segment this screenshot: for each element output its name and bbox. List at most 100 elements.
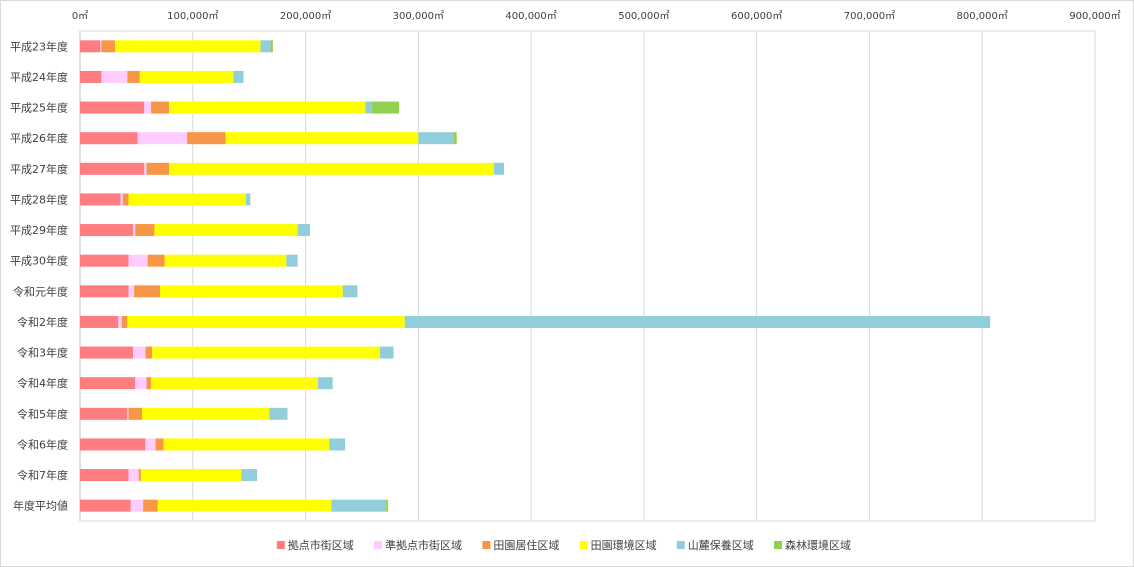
category-label: 令和5年度 (17, 407, 68, 421)
bar-segment (169, 162, 494, 175)
category-label: 令和2年度 (17, 315, 68, 329)
bar-segment (80, 499, 131, 512)
category-label: 令和元年度 (13, 284, 68, 298)
stacked-bar-chart: 0㎡ 100,000㎡ 200,000㎡ 300,000㎡ 400,000㎡ 500,00… (10, 10, 1121, 552)
bar-segment (80, 438, 146, 451)
bar-segment (101, 40, 115, 53)
bar-segment (385, 499, 388, 512)
bar-segment (100, 40, 102, 53)
bar-segment (151, 377, 318, 390)
bar-segment (122, 193, 129, 206)
bar-segment (80, 132, 138, 145)
bar-segment (135, 377, 147, 390)
legend-swatch (774, 541, 782, 549)
bar-segment (245, 193, 251, 206)
category-label: 令和7年度 (17, 468, 68, 482)
bar-segment (144, 162, 147, 175)
bar-segment (128, 469, 139, 482)
bar-segment (331, 499, 386, 512)
bar-segment (127, 407, 129, 420)
bar-segment (297, 224, 311, 237)
bar-segment (80, 407, 128, 420)
bar-segment (270, 40, 273, 53)
category-label: 平成26年度 (10, 131, 68, 145)
bar-segment (120, 193, 123, 206)
bar-segment (130, 499, 144, 512)
legend-label: 森林環境区域 (785, 538, 851, 552)
x-tick-label: 600,000㎡ (731, 10, 782, 22)
bar-segment (128, 285, 135, 298)
bar-segment (155, 438, 164, 451)
bar-segment (128, 254, 148, 267)
bar-segment (80, 285, 129, 298)
legend-swatch (374, 541, 382, 549)
legend-swatch (482, 541, 491, 549)
bar-segment (127, 70, 140, 83)
bar-segment (80, 469, 129, 482)
category-label: 平成29年度 (10, 223, 68, 237)
bar-segment (118, 315, 122, 328)
bar-segment (144, 101, 152, 114)
bar-segment (269, 407, 288, 420)
bar-segment (80, 315, 119, 328)
bar-segment (152, 346, 380, 359)
category-label: 平成30年度 (10, 254, 68, 268)
bar-segment (121, 315, 128, 328)
category-label: 平成24年度 (10, 70, 68, 84)
x-tick-label: 0㎡ (72, 10, 88, 22)
bar-segment (127, 315, 405, 328)
legend-label: 準拠点市街区域 (385, 538, 462, 552)
bar-segment (260, 40, 271, 53)
bar-segment (80, 40, 101, 53)
x-tick-label: 300,000㎡ (393, 10, 444, 22)
bar-segment (133, 346, 146, 359)
category-label: 平成27年度 (10, 162, 68, 176)
bar-segment (164, 254, 287, 267)
bar-segment (101, 70, 128, 83)
bar-segment (80, 377, 136, 390)
bar-segment (154, 224, 298, 237)
x-tick-label: 900,000㎡ (1069, 10, 1120, 22)
legend-swatch (276, 541, 285, 549)
bar-segment (128, 407, 143, 420)
bar-segment (342, 285, 358, 298)
bar-segment (372, 101, 400, 114)
bar-segment (145, 346, 153, 359)
legend-label: 田園居住区域 (493, 538, 559, 552)
category-label: 令和6年度 (17, 437, 68, 451)
bar-segment (418, 132, 454, 145)
bar-segment (225, 132, 419, 145)
bar-segment (147, 254, 165, 267)
bar-segment (134, 285, 161, 298)
bar-segment (146, 377, 152, 390)
category-label: 平成23年度 (10, 39, 68, 53)
bar-segment (80, 193, 121, 206)
category-label: 平成28年度 (10, 192, 68, 206)
bar-segment (114, 40, 261, 53)
legend-swatch (579, 541, 588, 549)
bar-segment (137, 132, 188, 145)
bar-segment (146, 162, 170, 175)
bar-segment (493, 162, 505, 175)
x-tick-label: 700,000㎡ (844, 10, 895, 22)
bar-segment (233, 70, 244, 83)
category-label: 平成25年度 (10, 101, 68, 115)
bar-segment (80, 346, 134, 359)
bar-segment (286, 254, 298, 267)
bar-segment (143, 499, 158, 512)
bar-segment (139, 70, 234, 83)
bar-segment (453, 132, 457, 145)
x-tick-label: 400,000㎡ (505, 10, 556, 22)
bar-segment (241, 469, 258, 482)
bar-segment (80, 70, 102, 83)
legend-label: 田園環境区域 (591, 538, 657, 552)
bar-segment (80, 254, 129, 267)
bar-segment (160, 285, 343, 298)
bar-segment (145, 438, 156, 451)
legend-label: 拠点市街区域 (288, 538, 354, 552)
bar-segment (365, 101, 373, 114)
category-label: 令和4年度 (17, 376, 68, 390)
bar-segment (169, 101, 366, 114)
legend-label: 山麓保養区域 (688, 538, 754, 552)
bar-segment (138, 469, 141, 482)
